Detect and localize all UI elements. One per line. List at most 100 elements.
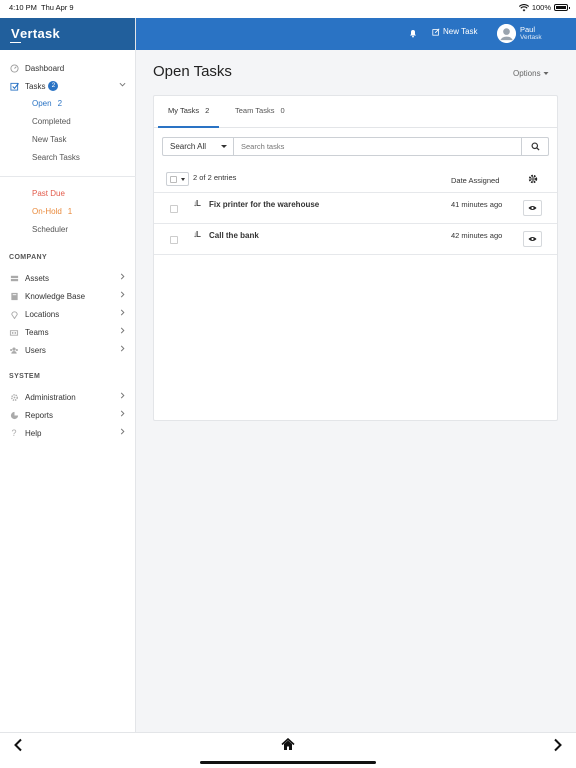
list-header: 2 of 2 entries Date Assigned <box>154 168 557 193</box>
sidebar: Vertask Dashboard Tasks 2 Open 2 Complete… <box>0 18 136 732</box>
top-bar: New Task Paul Vertask <box>136 18 576 50</box>
status-right: 100% <box>518 3 570 12</box>
sidebar-item-label: Reports <box>25 410 54 420</box>
sidebar-item-label: Knowledge Base <box>25 291 86 301</box>
search-input[interactable] <box>234 137 522 156</box>
forward-arrow-icon[interactable] <box>552 738 564 752</box>
edit-icon <box>432 27 440 36</box>
home-icon[interactable] <box>281 738 295 751</box>
sidebar-item-label: Administration <box>25 392 76 402</box>
map-pin-icon <box>9 309 19 319</box>
home-indicator <box>200 761 376 764</box>
user-org: Vertask <box>520 34 542 41</box>
brand-logo[interactable]: Vertask <box>0 18 135 50</box>
sidebar-subitem-past-due[interactable]: Past Due <box>32 185 65 203</box>
sidebar-subitem-scheduler[interactable]: Scheduler <box>32 221 68 239</box>
gear-icon[interactable] <box>528 174 538 184</box>
search-button[interactable] <box>521 137 549 156</box>
sidebar-item-teams[interactable]: Teams <box>0 323 136 341</box>
date-assigned-header[interactable]: Date Assigned <box>451 176 499 185</box>
table-row[interactable]: ↓L Call the bank 42 minutes ago <box>154 224 557 255</box>
chevron-right-icon <box>119 327 126 336</box>
reports-icon <box>9 410 19 420</box>
chevron-right-icon <box>119 273 126 282</box>
sidebar-item-reports[interactable]: Reports <box>0 406 136 424</box>
sidebar-item-label: Tasks <box>25 81 46 91</box>
sidebar-item-label: Help <box>25 428 42 438</box>
view-button[interactable] <box>523 231 542 247</box>
user-name[interactable]: Paul <box>520 25 535 34</box>
view-button[interactable] <box>523 200 542 216</box>
tasks-badge: 2 <box>48 81 59 91</box>
search-scope-select[interactable]: Search All <box>162 137 234 156</box>
new-task-button[interactable]: New Task <box>432 27 478 36</box>
eye-icon <box>528 205 537 211</box>
search-icon <box>530 142 540 151</box>
bottom-toolbar <box>0 732 576 768</box>
eye-icon <box>528 236 537 242</box>
task-assigned: 42 minutes ago <box>451 231 503 240</box>
sidebar-subitem-search-tasks[interactable]: Search Tasks <box>32 149 80 167</box>
filter-bar: Search All <box>162 137 549 156</box>
sidebar-item-help[interactable]: ? Help <box>0 424 136 442</box>
sidebar-subitem-completed[interactable]: Completed <box>32 113 71 131</box>
options-dropdown[interactable]: Options <box>513 69 549 78</box>
chevron-down-icon <box>119 81 126 90</box>
book-icon <box>9 291 19 301</box>
tasks-icon <box>9 81 19 91</box>
priority-sort-icon: ↓L <box>193 199 201 208</box>
chevron-right-icon <box>119 309 126 318</box>
table-row[interactable]: ↓L Fix printer for the warehouse 41 minu… <box>154 193 557 224</box>
chevron-right-icon <box>119 345 126 354</box>
sidebar-item-administration[interactable]: Administration <box>0 388 136 406</box>
tasks-panel: My Tasks2 Team Tasks0 Search All 2 of 2 … <box>153 95 558 421</box>
sidebar-item-locations[interactable]: Locations <box>0 305 136 323</box>
task-title[interactable]: Call the bank <box>209 231 259 240</box>
battery-icon <box>554 4 570 11</box>
sidebar-subitem-new-task[interactable]: New Task <box>32 131 67 149</box>
tabs: My Tasks 2 Team Tasks 0 <box>154 96 557 128</box>
sidebar-subitem-open[interactable]: Open 2 <box>32 95 62 113</box>
task-assigned: 41 minutes ago <box>451 200 503 209</box>
status-time: 4:10 PM <box>9 3 37 12</box>
bulk-select[interactable] <box>166 172 189 186</box>
caret-down-icon <box>221 145 227 148</box>
sidebar-item-dashboard[interactable]: Dashboard <box>0 59 136 77</box>
sidebar-item-users[interactable]: Users <box>0 341 136 359</box>
sidebar-item-label: Locations <box>25 309 60 319</box>
assets-icon <box>9 273 19 283</box>
row-checkbox[interactable] <box>170 236 178 244</box>
battery-percent: 100% <box>531 3 551 12</box>
open-count: 2 <box>57 99 63 108</box>
chevron-right-icon <box>119 392 126 401</box>
sidebar-subitem-on-hold[interactable]: On-Hold 1 <box>32 203 72 221</box>
wifi-icon <box>518 3 529 11</box>
tab-my-tasks[interactable]: My Tasks 2 <box>158 96 220 128</box>
sidebar-item-assets[interactable]: Assets <box>0 269 136 287</box>
sidebar-item-tasks[interactable]: Tasks 2 <box>0 77 136 95</box>
chevron-right-icon <box>119 291 126 300</box>
entries-count: 2 of 2 entries <box>193 173 237 182</box>
caret-down-icon <box>181 178 185 181</box>
on-hold-count: 1 <box>67 207 73 216</box>
back-arrow-icon[interactable] <box>12 738 24 752</box>
tab-team-tasks[interactable]: Team Tasks 0 <box>225 96 295 128</box>
avatar[interactable] <box>497 24 516 43</box>
caret-down-icon <box>543 72 549 75</box>
chevron-right-icon <box>119 410 126 419</box>
sidebar-item-label: Assets <box>25 273 50 283</box>
task-title[interactable]: Fix printer for the warehouse <box>209 200 319 209</box>
chevron-right-icon <box>119 428 126 437</box>
status-bar: 4:10 PM Thu Apr 9 100% <box>0 0 576 18</box>
help-icon: ? <box>11 428 17 438</box>
gear-icon <box>9 392 19 402</box>
checkbox <box>170 176 177 183</box>
priority-sort-icon: ↓L <box>193 230 201 239</box>
sidebar-item-knowledge-base[interactable]: Knowledge Base <box>0 287 136 305</box>
sidebar-item-label: Teams <box>25 327 49 337</box>
section-system: SYSTEM <box>9 373 41 380</box>
status-date: Thu Apr 9 <box>41 3 74 12</box>
sidebar-item-label: Dashboard <box>25 63 65 73</box>
row-checkbox[interactable] <box>170 205 178 213</box>
bell-icon[interactable] <box>408 28 418 38</box>
